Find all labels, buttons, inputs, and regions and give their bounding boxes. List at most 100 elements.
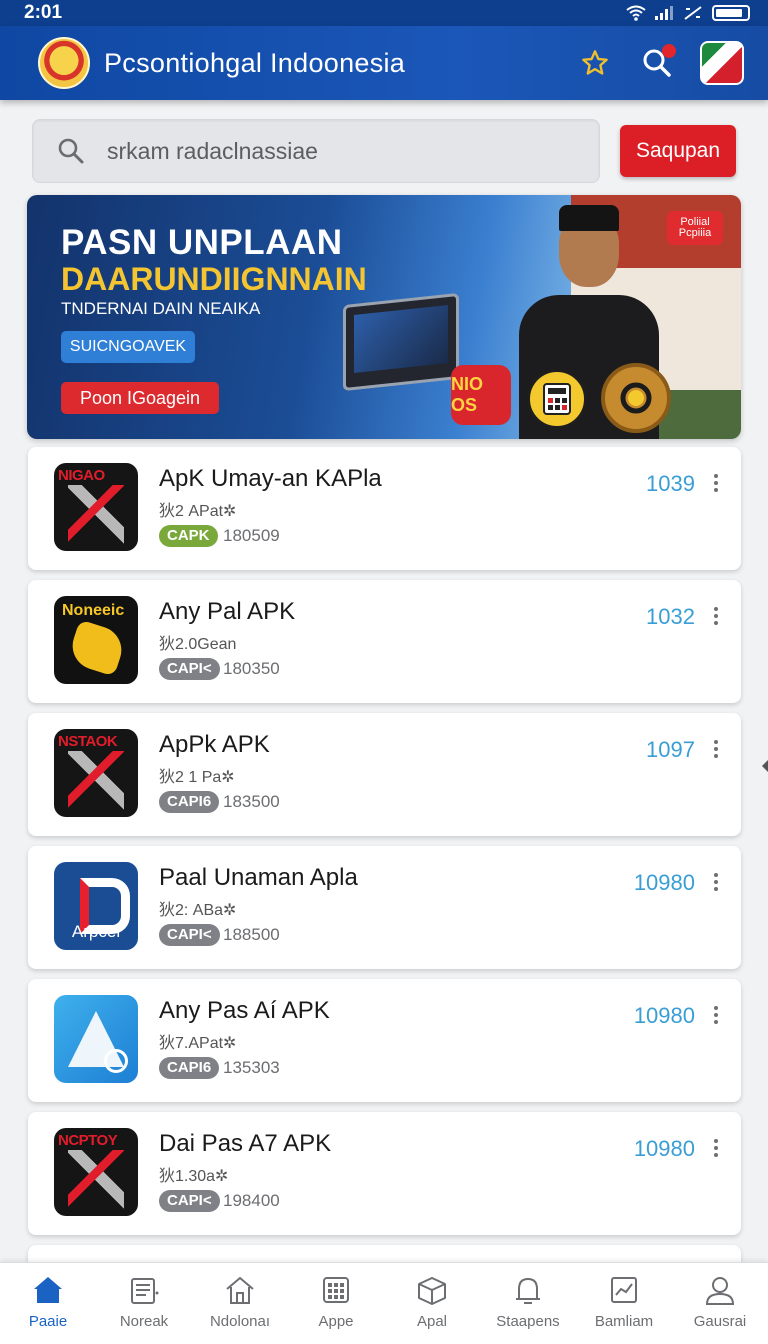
search-box[interactable] [32,119,600,183]
signal-icon [655,6,673,20]
nios-coin-icon: NIO OS [451,365,511,425]
app-name: Paal Unaman Apla [159,864,358,891]
app-icon: NSTAOK [54,729,138,817]
scroll-edge-indicator [762,760,768,772]
status-time: 2:01 [24,2,63,23]
nav-label: Bamliam [594,1313,654,1330]
search-icon [58,138,84,164]
banner-subtitle: DAARUNDIIGNNAIN [61,261,367,297]
app-meta: 狄2 APat✲ [159,503,237,520]
wifi-icon [626,5,646,21]
app-tag-badge: CAPI< [159,658,220,680]
app-rating: 10980 [633,870,695,895]
app-list-item[interactable]: NSTAOK ApPk APK 狄2 1 Pa✲ CAPI6 183500 10… [28,713,741,836]
data-icon [684,6,702,20]
app-size: 135303 [223,1058,280,1077]
app-list-item[interactable]: Any Pas Aí APK 狄7.APat✲ CAPI6 135303 109… [28,979,741,1102]
app-icon: NCPTOY [54,1128,138,1216]
app-meta: 狄2 1 Pa✲ [159,769,235,786]
app-size: 188500 [223,925,280,944]
app-meta: 狄2: ABa✲ [159,902,237,919]
chart-icon [611,1277,637,1303]
box-icon [418,1277,446,1305]
app-list-item[interactable]: NIGAO ApK Umay-an KAPla 狄2 APat✲ CAPK 18… [28,447,741,570]
more-options-icon[interactable] [709,1003,723,1027]
app-title: Pcsontiohgal Indoonesia [104,47,406,78]
app-name: Any Pal APK [159,598,296,625]
banner-tagline: TNDERNAI DAIN NEAIKA [61,299,261,318]
nav-item-home[interactable]: Paaie [0,1263,96,1344]
app-tag-badge: CAPI6 [159,791,220,813]
search-notification-button[interactable] [634,40,680,86]
nav-item-staapens[interactable]: Staapens [480,1263,576,1344]
laptop-image [343,292,459,392]
search-button[interactable]: Saqupan [620,125,736,177]
app-tag-badge: CAPI6 [159,1057,220,1079]
app-name: ApK Umay-an KAPla [159,465,382,492]
app-meta: 狄2.0Gean [159,636,237,653]
person-icon [705,1277,735,1305]
app-icon: Noneeic [54,596,138,684]
grid-icon [323,1277,349,1303]
nav-item-news[interactable]: Noreak [96,1263,192,1344]
nav-label: Paaie [28,1313,68,1330]
star-icon [582,50,608,75]
nav-item-download[interactable]: Ndolonaı [192,1263,288,1344]
app-name: Dai Pas A7 APK [159,1130,332,1157]
nav-item-apps[interactable]: Appe [288,1263,384,1344]
app-rating: 1039 [646,471,695,496]
favorite-star-button[interactable] [572,40,618,86]
app-list-item[interactable]: NCPTOY Dai Pas A7 APK 狄1.30a✲ CAPI< 1984… [28,1112,741,1235]
list-icon [131,1278,159,1304]
app-size: 180350 [223,659,280,678]
nav-label: Ndolonaı [209,1313,271,1330]
app-bar: Pcsontiohgal Indoonesia [0,26,768,100]
app-icon: Arpcei [54,862,138,950]
app-list: NIGAO ApK Umay-an KAPla 狄2 APat✲ CAPK 18… [28,447,741,1267]
more-options-icon[interactable] [709,870,723,894]
more-options-icon[interactable] [709,604,723,628]
nav-label: Apal [416,1313,448,1330]
app-meta: 狄7.APat✲ [159,1035,237,1052]
app-meta: 狄1.30a✲ [159,1168,229,1185]
nav-item-profile[interactable]: Gausrai [672,1263,768,1344]
banner-title: PASN UNPLAAN [61,223,343,262]
promo-banner[interactable]: Poliial Pcpiiia PASN UNPLAAN DAARUNDIIGN… [27,195,741,439]
profile-avatar[interactable] [700,41,744,85]
bell-icon [516,1277,540,1304]
app-icon [54,995,138,1083]
nav-label: Staapens [496,1313,560,1330]
more-options-icon[interactable] [709,1136,723,1160]
app-rating: 1032 [646,604,695,629]
battery-icon [712,5,750,21]
bottom-navigation: Paaie Noreak Ndolonaı Appe Apal Staapens… [0,1262,768,1344]
app-tag-badge: CAPI< [159,1190,220,1212]
banner-pill-label: SUICNGOAVEK [61,331,195,363]
banner-badge: Poliial Pcpiiia [667,211,723,245]
notification-dot [662,44,676,58]
app-rating: 10980 [633,1003,695,1028]
app-list-item[interactable]: Arpcei Paal Unaman Apla 狄2: ABa✲ CAPI< 1… [28,846,741,969]
app-icon: NIGAO [54,463,138,551]
nav-item-bamliam[interactable]: Bamliam [576,1263,672,1344]
app-name: ApPk APK [159,731,270,758]
officer-cap [559,205,619,231]
search-input[interactable] [107,137,547,165]
app-size: 180509 [223,526,280,545]
status-icons [626,5,750,21]
garuda-logo-icon [38,37,90,89]
search-row: Saqupan [32,118,736,184]
calculator-coin-icon [527,369,587,429]
nav-label: Gausrai [693,1313,747,1330]
gear-coin-icon [601,363,671,433]
more-options-icon[interactable] [709,737,723,761]
nav-label: Appe [318,1313,354,1330]
app-rating: 1097 [646,737,695,762]
app-size: 198400 [223,1191,280,1210]
app-name: Any Pas Aí APK [159,997,330,1024]
app-list-item[interactable]: Noneeic Any Pal APK 狄2.0Gean CAPI< 18035… [28,580,741,703]
nav-item-apal[interactable]: Apal [384,1263,480,1344]
banner-cta-button[interactable]: Poon IGoagein [61,382,219,414]
more-options-icon[interactable] [709,471,723,495]
house-outline-icon [226,1276,254,1304]
